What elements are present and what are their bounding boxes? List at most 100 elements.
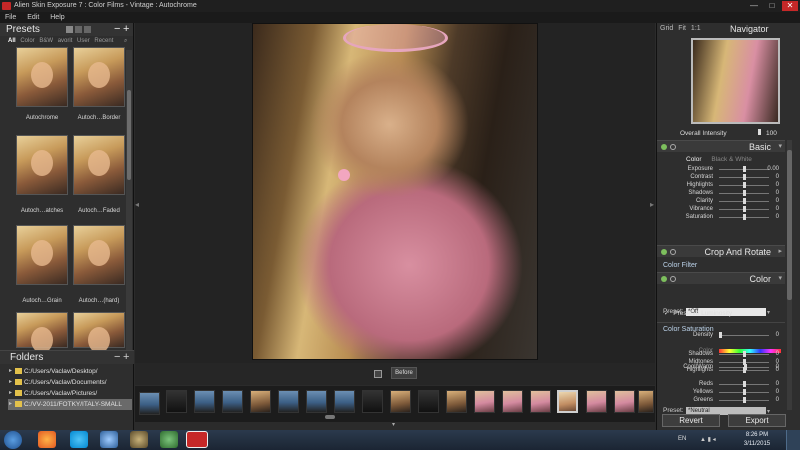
enable-toggle-icon[interactable] — [661, 249, 667, 255]
slider-row[interactable]: Contrast 0 — [657, 173, 785, 181]
film-thumb[interactable] — [586, 390, 607, 413]
slider-knob[interactable] — [743, 389, 746, 395]
film-thumb[interactable] — [362, 390, 383, 413]
remove-preset-icon[interactable]: − — [114, 23, 120, 36]
compare-mode-icon[interactable] — [374, 370, 382, 378]
expand-arrow-icon[interactable]: ▸ — [9, 377, 12, 388]
slider-row[interactable]: Vibrance 0 — [657, 205, 785, 213]
nav-tab-grid[interactable]: Grid — [660, 25, 673, 32]
film-thumb[interactable] — [530, 390, 551, 413]
desktop-icon[interactable] — [160, 431, 178, 448]
film-thumb[interactable] — [638, 390, 654, 413]
tab-favorites[interactable]: avorit — [58, 38, 73, 44]
slider-knob[interactable] — [743, 214, 746, 220]
right-panel-toggle-icon[interactable]: ▸ — [650, 200, 654, 210]
tab-all[interactable]: All — [8, 38, 16, 44]
expand-arrow-icon[interactable]: ▸ — [9, 388, 12, 399]
menu-file[interactable]: File — [5, 14, 16, 21]
tab-bw-mode[interactable]: Black & White — [711, 156, 751, 163]
slider-knob[interactable] — [743, 174, 746, 180]
slider-knob[interactable] — [743, 182, 746, 188]
folder-item[interactable]: ▸ C:/Users/Vaclav/Pictures/ — [8, 388, 132, 399]
film-thumb[interactable] — [306, 390, 327, 413]
preset-thumb[interactable] — [16, 135, 68, 195]
tab-color-mode[interactable]: Color — [686, 156, 702, 163]
nav-tab-1to1[interactable]: 1:1 — [691, 25, 701, 32]
left-panel-toggle-icon[interactable]: ◂ — [135, 200, 139, 210]
reset-icon[interactable] — [670, 144, 676, 150]
slider-knob[interactable] — [743, 351, 746, 357]
slider-row[interactable]: Greens 0 — [657, 396, 785, 404]
slider-row[interactable]: Highlights 0 — [657, 181, 785, 189]
tab-color[interactable]: Color — [20, 38, 34, 44]
enable-toggle-icon[interactable] — [661, 144, 667, 150]
dropdown-arrow-icon[interactable]: ▾ — [767, 308, 770, 318]
folder-item[interactable]: ▸ C:/VV-2011/FOTKY/ITALY-SMALL — [8, 399, 132, 410]
tray-icons[interactable]: ▲ ▮ ◂ — [700, 436, 724, 444]
crop-rotate-header[interactable]: Crop And Rotate ▸ — [657, 245, 785, 257]
add-preset-icon[interactable]: + — [123, 23, 129, 36]
main-photo[interactable] — [252, 23, 538, 360]
slider-knob[interactable] — [743, 381, 746, 387]
film-thumb[interactable] — [166, 390, 187, 413]
remove-folder-icon[interactable]: − — [114, 351, 120, 363]
menu-edit[interactable]: Edit — [27, 14, 39, 21]
slider-knob[interactable] — [743, 190, 746, 196]
minimize-button[interactable]: — — [746, 1, 762, 11]
revert-button[interactable]: Revert — [662, 414, 720, 427]
navigator-preview[interactable] — [691, 38, 780, 124]
slider-row[interactable]: Clarity 0 — [657, 197, 785, 205]
preset-thumb[interactable] — [16, 47, 68, 107]
film-thumb[interactable] — [278, 390, 299, 413]
tab-user[interactable]: User — [77, 38, 90, 44]
slider-row[interactable]: Exposure 0.00 — [657, 165, 785, 173]
search-icon[interactable]: ⌕ — [124, 36, 127, 46]
start-orb-icon[interactable] — [4, 431, 22, 449]
exposure-icon[interactable] — [186, 431, 208, 448]
filmstrip-toggle-icon[interactable]: ▾ — [392, 421, 395, 428]
preset-thumb[interactable] — [73, 135, 125, 195]
preset-thumb[interactable] — [73, 47, 125, 107]
film-thumb[interactable] — [334, 390, 355, 413]
media-icon[interactable] — [100, 431, 118, 448]
folder-item[interactable]: ▸ C:/Users/Vaclav/Documents/ — [8, 377, 132, 388]
film-thumb[interactable] — [139, 392, 160, 415]
reset-icon[interactable] — [670, 249, 676, 255]
enable-toggle-icon[interactable] — [661, 276, 667, 282]
preset-thumb[interactable] — [73, 312, 125, 353]
slider-row[interactable]: Shadows 0 — [657, 350, 785, 358]
collapse-arrow-icon[interactable]: ▾ — [778, 141, 782, 153]
preset-thumb[interactable] — [16, 312, 68, 353]
export-button[interactable]: Export — [728, 414, 786, 427]
intensity-slider-knob[interactable] — [758, 129, 761, 135]
nav-tab-fit[interactable]: Fit — [678, 25, 686, 32]
show-desktop-button[interactable] — [786, 430, 800, 450]
expand-arrow-icon[interactable]: ▸ — [9, 366, 12, 377]
presets-scrollbar[interactable] — [126, 50, 132, 350]
film-thumb[interactable] — [390, 390, 411, 413]
tab-bw[interactable]: B&W — [39, 38, 53, 44]
film-thumb[interactable] — [474, 390, 495, 413]
slider-row[interactable]: Reds 0 — [657, 380, 785, 388]
film-thumb[interactable] — [250, 390, 271, 413]
preserve-luminosity-row[interactable]: ✓ Preserve Luminosity — [664, 309, 732, 317]
detail-view-icon[interactable] — [84, 26, 91, 33]
slider-knob[interactable] — [743, 359, 746, 365]
film-thumb[interactable] — [222, 390, 243, 413]
film-thumb[interactable] — [614, 390, 635, 413]
language-indicator[interactable]: EN — [678, 436, 686, 442]
add-folder-icon[interactable]: + — [123, 351, 129, 363]
taskbar-clock[interactable]: 8:26 PM 3/11/2015 — [734, 431, 780, 449]
slider-row[interactable]: Saturation 0 — [657, 213, 785, 221]
folder-item[interactable]: ▸ C:/Users/Vaclav/Desktop/ — [8, 366, 132, 377]
slider-row[interactable]: Yellows 0 — [657, 388, 785, 396]
slider-knob[interactable] — [743, 206, 746, 212]
color-header[interactable]: Color ▾ — [657, 272, 785, 284]
maximize-button[interactable]: □ — [764, 1, 780, 11]
slider-row[interactable]: Shadows 0 — [657, 189, 785, 197]
basic-header[interactable]: Basic ▾ — [657, 140, 785, 152]
close-button[interactable]: ✕ — [782, 1, 798, 11]
collapse-arrow-icon[interactable]: ▸ — [778, 246, 782, 258]
slider-knob[interactable] — [743, 367, 746, 373]
right-panel-scrollbar[interactable] — [787, 140, 792, 410]
